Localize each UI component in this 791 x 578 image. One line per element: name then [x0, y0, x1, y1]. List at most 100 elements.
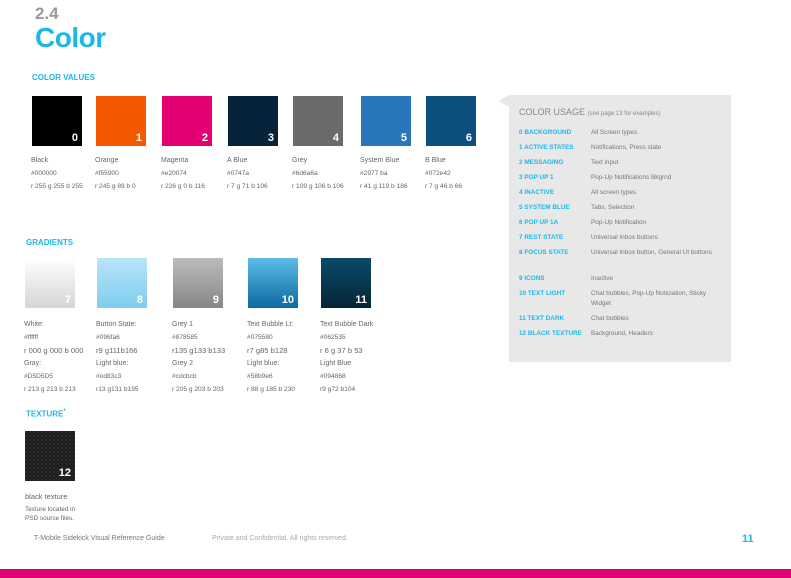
gradient-swatch: 9 — [173, 258, 223, 308]
texture-name: black texture — [25, 492, 68, 501]
usage-key: 7 REST STATE — [519, 234, 564, 241]
usage-key: 2 MESSAGING — [519, 159, 564, 166]
color-rgb: r 7 g 46 b 66 — [425, 183, 463, 190]
color-info: Black #000000 r 255 g 255 b 255 — [31, 154, 83, 193]
usage-value: Pop-Up Notification — [591, 219, 647, 226]
color-hex: #2977 ba — [360, 170, 388, 177]
gradient-hex: #878585 — [172, 334, 198, 341]
texture-marker: * — [63, 409, 66, 415]
swatch-number: 7 — [64, 294, 71, 306]
color-info: Orange #f55900 r 245 g 89 b 0 — [95, 154, 136, 193]
usage-value: Tabs, Selection — [591, 204, 635, 211]
usage-key: 6 POP UP 1A — [519, 219, 559, 226]
color-rgb: r 7 g 71 b 106 — [227, 183, 268, 190]
gradient-rgb: r9 g111b166 — [96, 346, 138, 355]
color-values-heading: COLOR VALUES — [32, 73, 95, 82]
color-usage-panel: COLOR USAGE (see page 13 for examples) 0… — [509, 95, 731, 362]
color-info: System Blue #2977 ba r 41 g 119 b 186 — [360, 154, 408, 193]
usage-value: Chat bubbles, Pop-Up Noticiation, Sticky… — [591, 289, 707, 307]
color-rgb: r 255 g 255 b 255 — [31, 183, 83, 190]
gradient-hex-2: #58b9e6 — [247, 373, 273, 380]
color-swatch: 3 — [228, 96, 278, 146]
color-swatch: 6 — [426, 96, 476, 146]
color-rgb: r 245 g 89 b 0 — [95, 183, 136, 190]
gradient-hex-2: #094868 — [320, 373, 346, 380]
gradient-hex: #075580 — [247, 334, 273, 341]
gradient-info: White: #ffffff r 000 g 000 b 000 Gray: #D5D5… — [24, 318, 84, 396]
page-title: Color — [35, 22, 106, 53]
color-name: Orange — [95, 157, 119, 164]
usage-value: Text input — [591, 159, 619, 166]
usage-value: Universal Inbox buttons — [591, 234, 658, 241]
color-hex: #0747a — [227, 170, 250, 177]
color-name: A Blue — [227, 157, 248, 164]
color-swatch: 1 — [96, 96, 146, 146]
gradient-rgb-2: r 88 g 185 b 230 — [247, 386, 296, 393]
gradient-name-2: Grey 2 — [172, 360, 194, 367]
gradient-rgb: r 6 g 37 b 53 — [320, 346, 363, 355]
texture-swatch: 12 — [25, 431, 75, 481]
color-info: Grey #6d6a6a r 109 g 106 b 106 — [292, 154, 344, 193]
gradient-rgb-2: r13 g131 b195 — [96, 386, 139, 393]
gradient-rgb: r7 g85 b128 — [247, 346, 288, 355]
swatch-number: 9 — [212, 294, 219, 306]
gradient-rgb: r 000 g 000 b 000 — [24, 346, 84, 355]
color-usage-title: COLOR USAGE (see page 13 for examples) — [519, 107, 661, 117]
gradient-swatch: 11 — [321, 258, 371, 308]
swatch-number: 12 — [58, 467, 71, 479]
color-hex: #f55900 — [95, 170, 119, 177]
usage-value: Inactive — [591, 274, 614, 282]
usage-key: 5 SYSTEM BLUE — [519, 204, 570, 211]
color-hex: #000000 — [31, 170, 57, 177]
gradient-name-2: Gray: — [24, 360, 42, 367]
gradient-hex: #062535 — [320, 334, 346, 341]
usage-value: Pop-Up Notifications Bkgrnd — [591, 174, 672, 181]
color-rgb: r 41 g 119 b 186 — [360, 183, 408, 190]
gradient-swatch: 10 — [248, 258, 298, 308]
gradients-heading: GRADIENTS — [26, 238, 74, 247]
usage-key: 1 ACTIVE STATES — [519, 144, 574, 151]
usage-value: Notifications, Press state — [591, 144, 662, 151]
gradient-info: Text Bubble Dark #062535 r 6 g 37 b 53 Ligh… — [320, 318, 373, 396]
color-swatch: 2 — [162, 96, 212, 146]
gradient-info: Button State: #096fa6 r9 g111b166 Light blu… — [96, 318, 139, 396]
color-name: Black — [31, 157, 49, 164]
texture-note: Texture located in PSD source files. — [25, 505, 75, 523]
gradient-rgb: r135 g133 b133 — [172, 346, 226, 355]
gradient-name: Text Bubble Lt: — [247, 321, 294, 328]
color-name: B Blue — [425, 157, 446, 164]
swatch-number: 1 — [135, 132, 142, 144]
footer-bar — [0, 569, 791, 578]
gradient-name: Grey 1 — [172, 321, 194, 328]
gradient-hex: #096fa6 — [96, 334, 120, 341]
gradient-swatch: 8 — [97, 258, 147, 308]
texture-heading: TEXTURE* — [26, 409, 66, 419]
texture-note-line: Texture located in — [25, 506, 76, 513]
panel-pointer — [498, 95, 509, 107]
color-swatch: 5 — [361, 96, 411, 146]
swatch-number: 2 — [201, 132, 208, 144]
gradient-info: Grey 1 #878585 r135 g133 b133 Grey 2 #cdcbcb… — [172, 318, 225, 396]
gradient-name: Text Bubble Dark — [320, 321, 374, 328]
texture-heading-label: TEXTURE — [26, 409, 64, 419]
color-hex: #e20074 — [161, 170, 187, 177]
usage-title-text: COLOR USAGE — [519, 107, 586, 117]
usage-key: 3 POP UP 1 — [519, 174, 554, 181]
usage-value: All screen types — [591, 189, 637, 196]
gradient-hex-2: #cdcbcb — [172, 373, 197, 380]
color-hex: #072e42 — [425, 170, 451, 177]
gradient-hex-2: #od83c3 — [96, 373, 122, 380]
usage-key: 8 FOCUS STATE — [519, 249, 569, 256]
color-info: B Blue #072e42 r 7 g 46 b 66 — [425, 154, 462, 193]
usage-value: Universal Inbox button, General UI butto… — [591, 249, 712, 256]
gradient-swatch: 7 — [25, 258, 75, 308]
color-hex: #6d6a6a — [292, 170, 318, 177]
swatch-number: 6 — [465, 132, 472, 144]
usage-key: 9 ICONS — [519, 274, 545, 282]
swatch-number: 5 — [400, 132, 407, 144]
color-name: System Blue — [360, 157, 400, 164]
swatch-number: 11 — [355, 294, 367, 306]
usage-value: Chat bubbles — [591, 315, 629, 322]
gradient-name: White: — [24, 321, 44, 328]
usage-key: 4 INACTIVE — [519, 189, 555, 196]
